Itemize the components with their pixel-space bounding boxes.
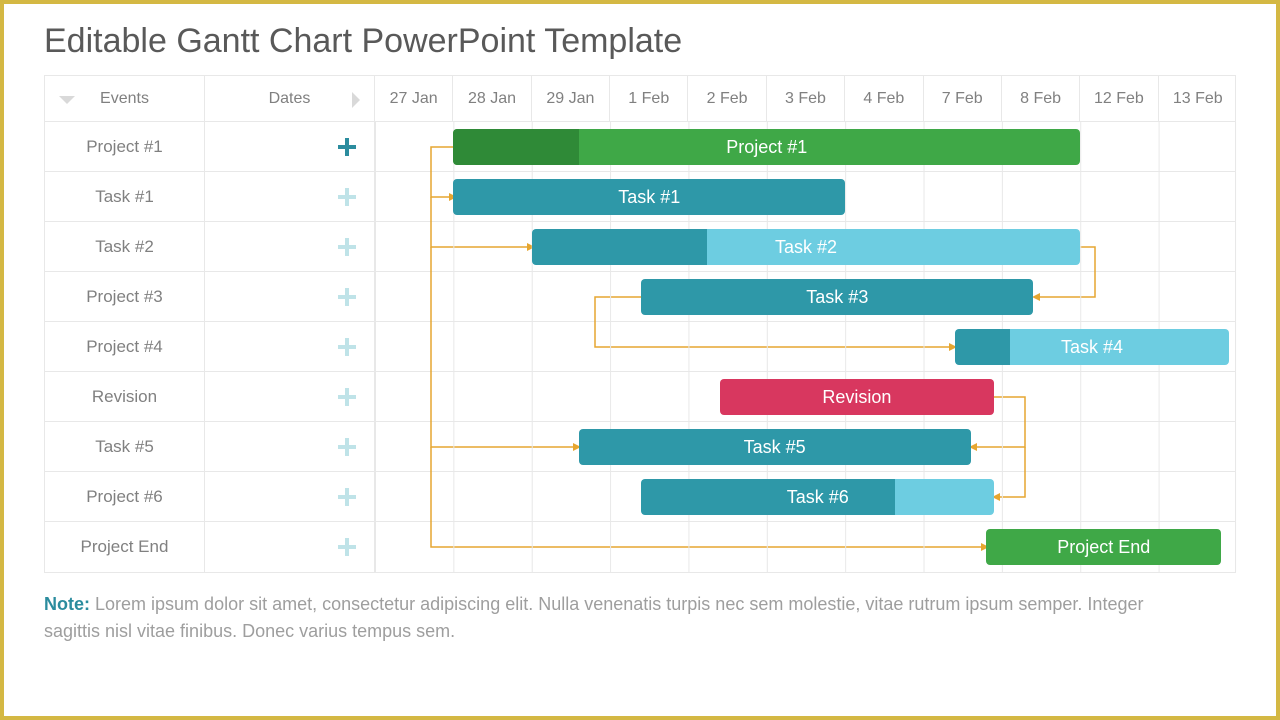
row-timeline: Task #6: [375, 472, 1237, 521]
timeline-col: 27 Jan: [375, 76, 453, 121]
timeline-col: 2 Feb: [688, 76, 766, 121]
row-expand-cell: [205, 422, 375, 471]
gantt-bar-label: Task #2: [775, 237, 837, 258]
gantt-bar-progress: [641, 479, 895, 515]
gantt-row: Project #3 Task #3: [45, 272, 1235, 322]
row-label: Project End: [45, 522, 205, 572]
plus-icon[interactable]: [338, 138, 356, 156]
gantt-bar[interactable]: Task #2: [532, 229, 1081, 265]
plus-icon[interactable]: [338, 438, 356, 456]
gantt-row: Task #2 Task #2: [45, 222, 1235, 272]
plus-icon[interactable]: [338, 188, 356, 206]
gantt-bar-label: Task #3: [806, 287, 868, 308]
gantt-row: Project #4 Task #4: [45, 322, 1235, 372]
row-expand-cell: [205, 172, 375, 221]
gantt-bar[interactable]: Task #6: [641, 479, 994, 515]
row-timeline: Task #1: [375, 172, 1237, 221]
gantt-bar[interactable]: Task #3: [641, 279, 1033, 315]
footnote-text: Lorem ipsum dolor sit amet, consectetur …: [44, 594, 1143, 641]
gantt-bar[interactable]: Task #4: [955, 329, 1229, 365]
row-label: Task #1: [45, 172, 205, 221]
row-expand-cell: [205, 272, 375, 321]
gantt-bar-progress: [955, 329, 1010, 365]
gantt-chart: Events Dates 27 Jan 28 Jan 29 Jan 1 Feb …: [44, 75, 1236, 573]
header-events-label: Events: [100, 90, 149, 108]
timeline-col: 3 Feb: [767, 76, 845, 121]
plus-icon[interactable]: [338, 338, 356, 356]
gantt-bar-label: Revision: [822, 387, 891, 408]
timeline-col: 13 Feb: [1159, 76, 1237, 121]
header-events: Events: [45, 76, 205, 121]
plus-icon[interactable]: [338, 288, 356, 306]
plus-icon[interactable]: [338, 238, 356, 256]
row-label: Project #3: [45, 272, 205, 321]
row-timeline: Project End: [375, 522, 1237, 572]
gantt-body: Project #1Project #1Task #1Task #1Task #…: [45, 122, 1235, 572]
plus-icon[interactable]: [338, 488, 356, 506]
timeline-col: 4 Feb: [845, 76, 923, 121]
slide-frame: Editable Gantt Chart PowerPoint Template…: [0, 0, 1280, 720]
page-title: Editable Gantt Chart PowerPoint Template: [44, 22, 1236, 61]
timeline-col: 12 Feb: [1080, 76, 1158, 121]
row-label: Task #2: [45, 222, 205, 271]
row-timeline: Task #4: [375, 322, 1237, 371]
timeline-col: 1 Feb: [610, 76, 688, 121]
gantt-header-row: Events Dates 27 Jan 28 Jan 29 Jan 1 Feb …: [45, 76, 1235, 122]
gantt-bar[interactable]: Task #1: [453, 179, 845, 215]
gantt-bar[interactable]: Project End: [986, 529, 1221, 565]
timeline-col: 7 Feb: [924, 76, 1002, 121]
chevron-down-icon[interactable]: [59, 96, 75, 104]
row-expand-cell: [205, 522, 375, 572]
gantt-row: Project End Project End: [45, 522, 1235, 572]
gantt-bar-label: Project #1: [726, 137, 807, 158]
gantt-bar[interactable]: Revision: [720, 379, 994, 415]
row-timeline: Project #1: [375, 122, 1237, 171]
gantt-bar-label: Task #6: [787, 487, 849, 508]
row-timeline: Task #5: [375, 422, 1237, 471]
gantt-row: Revision Revision: [45, 372, 1235, 422]
gantt-row: Task #1 Task #1: [45, 172, 1235, 222]
gantt-row: Project #1 Project #1: [45, 122, 1235, 172]
gantt-bar-label: Task #4: [1061, 337, 1123, 358]
row-expand-cell: [205, 222, 375, 271]
gantt-bar-label: Task #5: [744, 437, 806, 458]
gantt-bar-progress: [453, 129, 578, 165]
gantt-bar-label: Task #1: [618, 187, 680, 208]
row-timeline: Revision: [375, 372, 1237, 421]
header-dates: Dates: [205, 76, 375, 121]
gantt-bar-label: Project End: [1057, 537, 1150, 558]
row-label: Revision: [45, 372, 205, 421]
row-timeline: Task #3: [375, 272, 1237, 321]
row-label: Project #4: [45, 322, 205, 371]
row-label: Project #6: [45, 472, 205, 521]
gantt-bar[interactable]: Project #1: [453, 129, 1080, 165]
row-expand-cell: [205, 322, 375, 371]
gantt-row: Project #6 Task #6: [45, 472, 1235, 522]
chevron-right-icon[interactable]: [352, 92, 360, 108]
header-dates-label: Dates: [269, 90, 311, 108]
row-label: Task #5: [45, 422, 205, 471]
row-expand-cell: [205, 472, 375, 521]
timeline-col: 8 Feb: [1002, 76, 1080, 121]
footnote-label: Note:: [44, 594, 90, 614]
row-timeline: Task #2: [375, 222, 1237, 271]
timeline-col: 28 Jan: [453, 76, 531, 121]
footnote: Note: Lorem ipsum dolor sit amet, consec…: [44, 591, 1144, 645]
row-label: Project #1: [45, 122, 205, 171]
timeline-col: 29 Jan: [532, 76, 610, 121]
row-expand-cell: [205, 372, 375, 421]
plus-icon[interactable]: [338, 388, 356, 406]
row-expand-cell: [205, 122, 375, 171]
gantt-bar[interactable]: Task #5: [579, 429, 971, 465]
gantt-row: Task #5 Task #5: [45, 422, 1235, 472]
gantt-bar-progress: [532, 229, 708, 265]
plus-icon[interactable]: [338, 538, 356, 556]
